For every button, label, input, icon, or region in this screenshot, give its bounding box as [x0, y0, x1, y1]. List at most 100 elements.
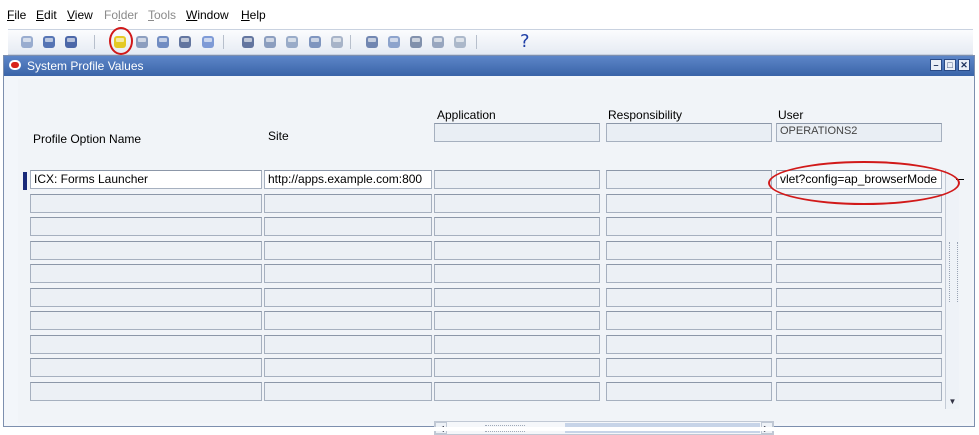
window-titlebar[interactable]: System Profile Values – □ ✕ [4, 56, 974, 76]
row-3-name-field[interactable] [30, 240, 262, 260]
toolbar-separator [223, 35, 224, 49]
row-0-responsibility-field[interactable] [606, 170, 772, 189]
print-icon[interactable] [176, 33, 194, 51]
close-icon[interactable]: ✕ [958, 59, 970, 71]
current-record-indicator [23, 172, 27, 190]
minimize-icon[interactable]: – [930, 59, 942, 71]
row-3-application-field[interactable] [434, 240, 600, 260]
row-3-site-field[interactable] [264, 240, 432, 260]
row-0-site-field[interactable]: http://apps.example.com:800 [264, 170, 432, 189]
switch-responsibility-icon[interactable] [154, 33, 172, 51]
new-record-icon[interactable] [306, 33, 324, 51]
zoom-icon[interactable] [385, 33, 403, 51]
row-2-name-field[interactable] [30, 217, 262, 236]
row-8-name-field[interactable] [30, 358, 262, 377]
row-2-site-field[interactable] [264, 217, 432, 236]
row-7-name-field[interactable] [30, 334, 262, 354]
header-responsibility: Responsibility [608, 108, 683, 122]
row-4-application-field[interactable] [434, 264, 600, 283]
header-site: Site [268, 129, 289, 143]
paste-icon[interactable] [283, 33, 301, 51]
help-icon[interactable]: ? [520, 31, 530, 52]
context-responsibility-field[interactable] [606, 123, 772, 142]
context-user-field[interactable]: OPERATIONS2 [776, 123, 942, 142]
row-5-site-field[interactable] [264, 287, 432, 307]
row-4-user-field[interactable] [776, 264, 942, 283]
next-step-icon[interactable] [133, 33, 151, 51]
row-2-application-field[interactable] [434, 217, 600, 236]
row-9-responsibility-field[interactable] [606, 381, 772, 401]
menu-item-2[interactable]: View [67, 8, 93, 22]
row-6-responsibility-field[interactable] [606, 311, 772, 330]
edit-field-icon[interactable] [363, 33, 381, 51]
save-icon[interactable] [111, 33, 129, 51]
row-1-name-field[interactable] [30, 193, 262, 213]
attachments-icon[interactable] [429, 33, 447, 51]
copy-icon[interactable] [261, 33, 279, 51]
navigator-icon[interactable] [62, 33, 80, 51]
row-6-application-field[interactable] [434, 311, 600, 330]
menu-item-5[interactable]: Window [186, 8, 229, 22]
row-6-site-field[interactable] [264, 311, 432, 330]
menu-item-1[interactable]: Edit [36, 8, 57, 22]
row-8-user-field[interactable] [776, 358, 942, 377]
row-9-name-field[interactable] [30, 381, 262, 401]
row-5-responsibility-field[interactable] [606, 287, 772, 307]
row-4-site-field[interactable] [264, 264, 432, 283]
header-profile-option-name: Profile Option Name [33, 132, 142, 146]
row-8-site-field[interactable] [264, 358, 432, 377]
form-content: Application Responsibility User Profile … [18, 79, 972, 435]
bottom-strip [0, 427, 979, 431]
row-2-responsibility-field[interactable] [606, 217, 772, 236]
translations-icon[interactable] [407, 33, 425, 51]
menu-item-0[interactable]: File [7, 8, 26, 22]
row-1-site-field[interactable] [264, 193, 432, 213]
row-5-application-field[interactable] [434, 287, 600, 307]
row-4-name-field[interactable] [30, 264, 262, 283]
delete-record-icon[interactable] [328, 33, 346, 51]
row-7-site-field[interactable] [264, 334, 432, 354]
row-7-responsibility-field[interactable] [606, 334, 772, 354]
row-5-name-field[interactable] [30, 287, 262, 307]
window-title: System Profile Values [27, 59, 144, 73]
row-1-application-field[interactable] [434, 193, 600, 213]
maximize-icon[interactable]: □ [944, 59, 956, 71]
header-application: Application [437, 108, 496, 122]
row-9-site-field[interactable] [264, 381, 432, 401]
toolbar-separator [476, 35, 477, 49]
menu-bar: File Edit View Folder Tools Window Help [0, 0, 979, 28]
row-5-user-field[interactable] [776, 287, 942, 307]
new-icon[interactable] [18, 33, 36, 51]
menu-item-6[interactable]: Help [241, 8, 266, 22]
row-1-responsibility-field[interactable] [606, 193, 772, 213]
cut-icon[interactable] [239, 33, 257, 51]
annotation-ellipse [768, 161, 960, 205]
row-8-responsibility-field[interactable] [606, 358, 772, 377]
close-form-icon[interactable] [199, 33, 217, 51]
folder-tools-icon[interactable] [451, 33, 469, 51]
row-9-application-field[interactable] [434, 381, 600, 401]
row-6-name-field[interactable] [30, 311, 262, 330]
row-3-user-field[interactable] [776, 240, 942, 260]
context-application-field[interactable] [434, 123, 600, 142]
row-2-user-field[interactable] [776, 217, 942, 236]
toolbar-separator [94, 35, 95, 49]
row-0-name-field[interactable]: ICX: Forms Launcher [30, 170, 262, 189]
row-3-responsibility-field[interactable] [606, 240, 772, 260]
row-6-user-field[interactable] [776, 311, 942, 330]
oracle-logo-icon [9, 60, 21, 70]
scroll-grip[interactable] [949, 242, 958, 302]
row-0-application-field[interactable] [434, 170, 600, 189]
scroll-down-icon[interactable]: ▼ [946, 395, 959, 409]
row-4-responsibility-field[interactable] [606, 264, 772, 283]
toolbar-separator [350, 35, 351, 49]
row-9-user-field[interactable] [776, 381, 942, 401]
menu-item-3[interactable]: Folder [104, 8, 138, 22]
system-profile-values-window: System Profile Values – □ ✕ Application … [3, 55, 975, 435]
vertical-scrollbar[interactable]: ▼ [945, 170, 959, 409]
row-7-application-field[interactable] [434, 334, 600, 354]
row-7-user-field[interactable] [776, 334, 942, 354]
find-icon[interactable] [40, 33, 58, 51]
row-8-application-field[interactable] [434, 358, 600, 377]
menu-item-4[interactable]: Tools [148, 8, 176, 22]
